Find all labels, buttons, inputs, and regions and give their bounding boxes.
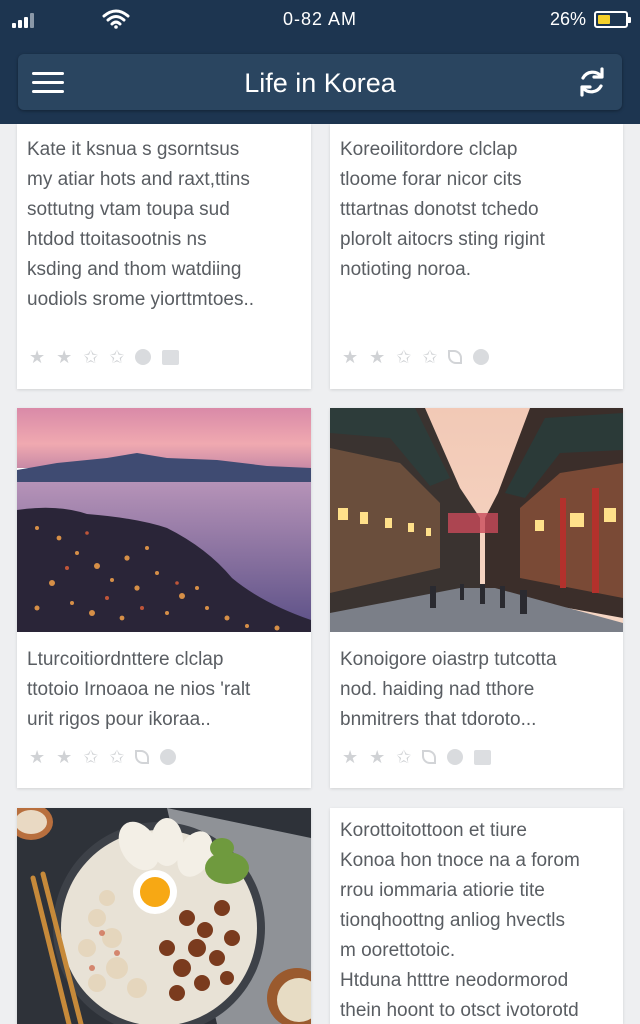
card-excerpt: Koreoilitordore clclap tloome forar nico… <box>340 139 545 280</box>
star-icon[interactable]: ★ <box>369 748 385 766</box>
refresh-icon[interactable] <box>576 66 608 98</box>
article-card[interactable]: Lturcoitiordnttere clclap ttotoio Irnoao… <box>17 408 311 788</box>
hanok-street-photo <box>330 408 623 632</box>
article-card[interactable]: Konoigore oiastrp tutcotta nod. haiding … <box>330 408 623 788</box>
star-icon[interactable]: ★ <box>29 748 45 766</box>
card-reactions: ★ ★ ✩ <box>342 748 492 766</box>
card-excerpt: Konoigore oiastrp tutcotta nod. haiding … <box>340 649 557 730</box>
star-icon[interactable]: ★ <box>342 348 358 366</box>
card-excerpt: Lturcoitiordnttere clclap ttotoio Irnoao… <box>27 649 251 730</box>
status-time: 0-82 AM <box>282 9 358 29</box>
tag-icon[interactable] <box>448 350 463 364</box>
star-icon[interactable]: ✩ <box>109 748 124 766</box>
card-reactions: ★ ★ ✩ ✩ <box>342 348 490 366</box>
battery-icon <box>594 11 631 28</box>
comment-icon[interactable] <box>447 749 464 765</box>
comment-icon[interactable] <box>160 749 177 765</box>
top-bar: 0-82 AM 26% Life in Korea <box>0 0 640 124</box>
share-icon[interactable] <box>162 349 180 365</box>
card-excerpt: Kate it ksnua s gsorntsus my atiar hots … <box>27 139 255 310</box>
star-icon[interactable]: ★ <box>56 348 72 366</box>
card-reactions: ★ ★ ✩ ✩ <box>29 748 177 766</box>
article-card[interactable] <box>17 808 311 1024</box>
star-icon[interactable]: ✩ <box>83 748 98 766</box>
comment-icon[interactable] <box>473 349 490 365</box>
article-card[interactable]: Korottoitottoon et tiure Konoa hon tnoce… <box>330 808 623 1024</box>
battery-percentage: 26% <box>549 9 586 29</box>
card-excerpt: Korottoitottoon et tiure Konoa hon tnoce… <box>340 820 580 1021</box>
page-title: Life in Korea <box>244 68 396 98</box>
tag-icon[interactable] <box>135 750 150 764</box>
app-bar: Life in Korea <box>18 54 622 110</box>
star-icon[interactable]: ✩ <box>396 348 411 366</box>
tag-icon[interactable] <box>422 750 437 764</box>
star-icon[interactable]: ★ <box>29 348 45 366</box>
status-bar: 0-82 AM 26% <box>0 0 640 40</box>
comment-icon[interactable] <box>135 349 152 365</box>
article-card[interactable]: Koreoilitordore clclap tloome forar nico… <box>330 124 623 389</box>
star-icon[interactable]: ★ <box>342 748 358 766</box>
star-icon[interactable]: ★ <box>369 348 385 366</box>
share-icon[interactable] <box>474 749 492 765</box>
star-icon[interactable]: ✩ <box>422 348 437 366</box>
card-reactions: ★ ★ ✩ ✩ <box>29 348 180 366</box>
bibimbap-bowl-photo <box>17 808 311 1024</box>
article-card[interactable]: Kate it ksnua s gsorntsus my atiar hots … <box>17 124 311 389</box>
star-icon[interactable]: ✩ <box>83 348 98 366</box>
star-icon[interactable]: ✩ <box>109 348 124 366</box>
night-coastal-city-photo <box>17 408 311 632</box>
star-icon[interactable]: ★ <box>56 748 72 766</box>
star-icon[interactable]: ✩ <box>396 748 411 766</box>
